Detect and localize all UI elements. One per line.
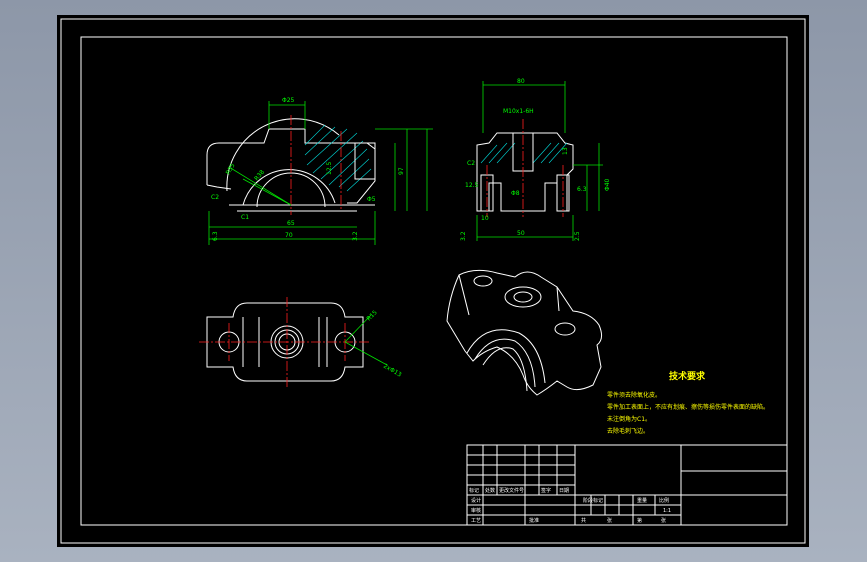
title-block-label: 共 <box>581 517 586 524</box>
side-view-dim-label: 80 <box>517 78 525 85</box>
front-view-dim-label: 65 <box>287 220 295 227</box>
iso-right-hole <box>554 322 576 336</box>
front-view-dim-label: 6.3 <box>212 231 219 241</box>
notes-line-4: 去除毛刺飞边。 <box>607 427 649 435</box>
title-block-label: 比例 <box>659 497 669 504</box>
front-view-dim-label: R38 <box>253 169 266 183</box>
title-block-label: 标记 <box>469 487 479 494</box>
title-block-label: 批准 <box>529 517 539 524</box>
title-block-label: 重量 <box>637 497 647 504</box>
side-view-dim-label: 2.5 <box>574 231 581 241</box>
notes-line-1: 零件须去除氧化皮。 <box>607 391 661 399</box>
iso-boss-hole <box>513 291 533 303</box>
front-view-dim-label: Φ25 <box>282 97 295 104</box>
front-view-body-arc <box>226 118 340 192</box>
side-view-dim-label: 12.5 <box>465 182 479 189</box>
title-block-label: 设计 <box>471 497 481 504</box>
title-block-label: 审核 <box>471 507 481 514</box>
side-view-dim-label: Φ40 <box>604 178 611 191</box>
side-view-dimensions <box>476 81 603 241</box>
title-block-label: 阶段标记 <box>583 497 603 504</box>
side-view-dim-label: 10 <box>481 215 489 222</box>
side-view: 80 M10x1-6H 50 10 13 Φ8 Φ40 C2 12.5 6.3 … <box>460 78 611 241</box>
front-view-dim-label: 70 <box>285 232 293 239</box>
side-view-dim-label: C2 <box>467 160 475 167</box>
plan-view: R15 2xΦ13 <box>199 297 403 387</box>
iso-edge <box>458 274 470 316</box>
title-block-label: 处数 <box>485 487 495 494</box>
iso-boss-top <box>504 286 542 308</box>
notes-line-2: 零件加工表面上，不应有划痕、擦伤等损伤零件表面的缺陷。 <box>607 403 769 411</box>
front-view-dim-label: 12.5 <box>326 161 333 175</box>
plan-view-dim-label: R15 <box>365 309 378 322</box>
front-view: Φ25 65 70 97 R55 R38 C2 C1 6.3 12.5 3.2 … <box>206 97 433 245</box>
front-view-boss <box>354 142 376 180</box>
iso-left-hole <box>473 275 493 287</box>
notes-line-3: 未注倒角为C1。 <box>607 415 651 423</box>
iso-edge2 <box>556 286 560 312</box>
side-view-dim-label: M10x1-6H <box>503 108 534 115</box>
technical-notes: 技术要求 零件须去除氧化皮。 零件加工表面上，不应有划痕、擦伤等损伤零件表面的缺… <box>607 370 769 435</box>
front-view-dim-label: 97 <box>398 167 405 175</box>
cad-viewport: Φ25 65 70 97 R55 R38 C2 C1 6.3 12.5 3.2 … <box>0 0 867 562</box>
notes-title: 技术要求 <box>669 370 706 382</box>
side-view-dim-label: 3.2 <box>460 231 467 241</box>
drawing-sheet: Φ25 65 70 97 R55 R38 C2 C1 6.3 12.5 3.2 … <box>57 15 809 547</box>
front-view-dim-label: C2 <box>211 194 219 201</box>
side-view-dim-label: Φ8 <box>511 190 520 197</box>
title-block-grid <box>467 445 787 525</box>
title-block-label: 张 <box>661 517 666 524</box>
side-view-dim-label: 13 <box>562 147 569 155</box>
side-view-hatch <box>480 142 568 164</box>
drawing-canvas: Φ25 65 70 97 R55 R38 C2 C1 6.3 12.5 3.2 … <box>60 18 806 544</box>
isometric-view <box>446 269 603 396</box>
iso-outline <box>446 269 603 396</box>
title-block-label: 日期 <box>559 488 569 494</box>
front-view-dim-label: Φ5 <box>367 196 376 203</box>
outer-border <box>60 18 806 544</box>
plan-view-dimensions <box>344 314 388 366</box>
title-block: 标记 处数 更改文件号 签字 日期 设计 审核 工艺 批准 阶段标记 重量 比例… <box>466 444 788 526</box>
front-view-dim-label: C1 <box>241 214 249 221</box>
title-block-label: 签字 <box>541 487 551 494</box>
title-block-label: 第 <box>637 517 642 524</box>
plan-view-dim-label: 2xΦ13 <box>382 363 403 379</box>
side-view-dim-label: 50 <box>517 230 525 237</box>
front-view-dim-label: R55 <box>225 162 237 176</box>
side-view-outline <box>476 132 574 212</box>
title-block-label: 张 <box>607 517 612 524</box>
title-block-label: 更改文件号 <box>499 487 524 494</box>
front-view-hatch <box>304 124 372 192</box>
title-block-scale: 1:1 <box>663 508 671 514</box>
front-view-dim-label: 3.2 <box>352 231 359 241</box>
side-view-dim-label: 6.3 <box>577 186 587 193</box>
title-block-label: 工艺 <box>471 518 481 524</box>
